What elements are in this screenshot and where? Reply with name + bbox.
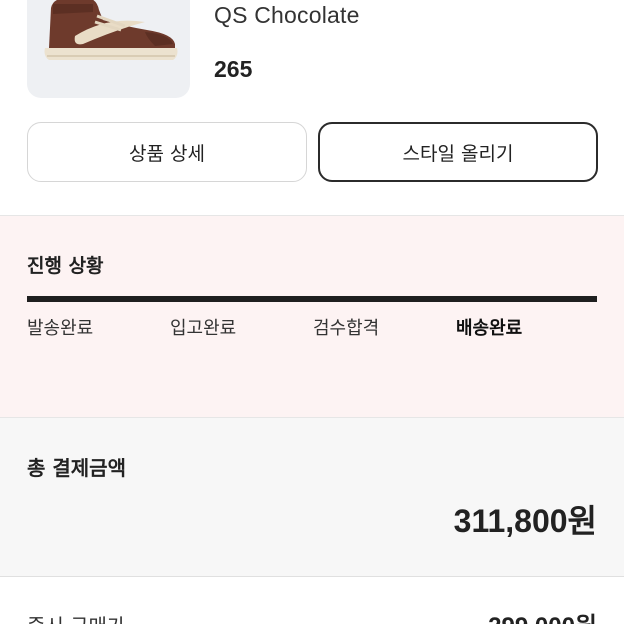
product-size: 265 bbox=[214, 56, 253, 82]
progress-bar bbox=[27, 296, 597, 302]
step-received: 입고완료 bbox=[170, 318, 237, 339]
instant-buy-price-value: 299,000원 bbox=[488, 606, 597, 624]
total-payment-amount: 311,800원 bbox=[453, 503, 597, 539]
product-thumbnail[interactable] bbox=[27, 0, 190, 98]
payment-section: 총 결제금액 311,800원 bbox=[0, 418, 624, 576]
step-inspection-passed: 검수합격 bbox=[313, 318, 380, 339]
step-shipped: 발송완료 bbox=[27, 318, 94, 339]
progress-section: 진행 상황 발송완료 입고완료 검수합격 배송완료 bbox=[0, 216, 624, 417]
sneaker-image bbox=[44, 0, 178, 60]
instant-buy-price-label: 즉시 구매가 bbox=[27, 610, 125, 624]
total-payment-label: 총 결제금액 bbox=[27, 456, 126, 480]
step-delivered: 배송완료 bbox=[456, 318, 523, 339]
divider bbox=[0, 576, 624, 577]
progress-title: 진행 상황 bbox=[27, 255, 104, 277]
upload-style-button[interactable]: 스타일 올리기 bbox=[318, 122, 598, 182]
product-name: QS Chocolate bbox=[214, 2, 360, 28]
product-detail-button[interactable]: 상품 상세 bbox=[27, 122, 307, 182]
